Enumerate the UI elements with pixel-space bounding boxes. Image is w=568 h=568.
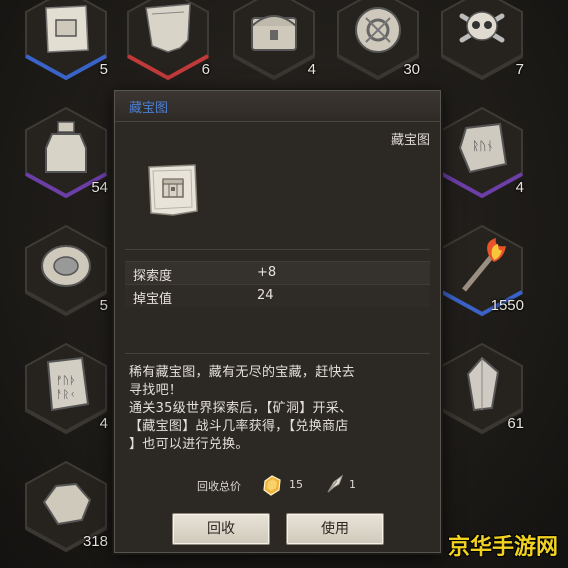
item-count: 30 (403, 61, 420, 78)
inventory-slot[interactable]: 61 (436, 340, 528, 436)
item-description: 稀有藏宝图，藏有无尽的宝藏，赶快去 寻找吧！ 通关35级世界探索后，【矿洞】开采… (129, 364, 429, 454)
inventory-slot[interactable]: ᚠᚢᚦ ᚨᚱᚲ 4 (20, 340, 112, 436)
item-count: 54 (91, 179, 108, 196)
item-count: 4 (307, 61, 316, 78)
item-count: 61 (507, 415, 524, 432)
item-count: 5 (99, 297, 108, 314)
treasure-chest-icon (251, 15, 297, 51)
inventory-slot[interactable]: 30 (332, 0, 424, 82)
divider (125, 353, 430, 354)
description-line: 通关35级世界探索后，【矿洞】开采、 (129, 401, 353, 416)
svg-text:ᚨᚱᚲ: ᚨᚱᚲ (56, 388, 76, 401)
panel-title: 藏宝图 (129, 101, 169, 116)
rune-stone-icon: ᚱᚢᚾ (458, 122, 508, 174)
inventory-slot[interactable]: 6 (122, 0, 214, 82)
skull-crossbones-icon (459, 11, 505, 43)
crystal-shard-icon (466, 356, 500, 412)
svg-text:ᚠᚢᚦ: ᚠᚢᚦ (56, 374, 76, 387)
use-button[interactable]: 使用 (286, 513, 384, 545)
item-count: 5 (99, 61, 108, 78)
description-line: 寻找吧！ (129, 383, 183, 398)
site-watermark: 京华手游网 (447, 535, 558, 560)
item-detail-panel: 藏宝图 藏宝图 探索度 +8 掉宝值 24 稀有藏宝图，藏有无尽的宝藏，赶快去 … (114, 90, 441, 553)
item-count: 7 (515, 61, 524, 78)
treasure-map-icon (45, 5, 89, 53)
inventory-slot[interactable]: 54 (20, 104, 112, 200)
inventory-slot[interactable]: 4 (228, 0, 320, 82)
item-count: 6 (201, 61, 210, 78)
description-line: 稀有藏宝图，藏有无尽的宝藏，赶快去 (129, 365, 356, 380)
gold-crystal-icon (260, 473, 284, 500)
tattered-scroll-icon (145, 3, 191, 53)
recycle-value-row: 回收总价 15 1 (115, 471, 440, 497)
item-name-label: 藏宝图 (390, 133, 430, 148)
flaming-torch-icon (462, 238, 506, 292)
recycle-button[interactable]: 回收 (172, 513, 270, 545)
panel-header: 藏宝图 (115, 91, 440, 122)
recycle-value-feather: 1 (349, 478, 356, 491)
item-count: 4 (515, 179, 524, 196)
stat-row-exploration: 探索度 +8 (125, 261, 430, 284)
ore-chunk-icon (42, 482, 92, 526)
ornate-amulet-icon (41, 245, 91, 287)
item-count: 1550 (490, 297, 524, 314)
inventory-slot[interactable]: ᚱᚢᚾ 4 (436, 104, 528, 200)
stat-value: +8 (257, 265, 277, 280)
inventory-slot[interactable]: 5 (20, 0, 112, 82)
inventory-slot[interactable]: 1550 (436, 222, 528, 318)
potion-jar-icon (45, 121, 87, 173)
svg-text:ᚱᚢᚾ: ᚱᚢᚾ (472, 139, 494, 153)
item-count: 318 (82, 533, 108, 550)
inventory-slot[interactable]: 318 (20, 458, 112, 554)
description-line: 【藏宝图】战斗几率获得，【兑换商店 (129, 419, 349, 434)
gear-orb-icon (355, 7, 401, 53)
inventory-slot[interactable]: 5 (20, 222, 112, 318)
treasure-map-icon (143, 161, 203, 219)
stat-row-drop: 掉宝值 24 (125, 284, 430, 307)
recycle-value-gold: 15 (289, 478, 303, 491)
stat-label: 探索度 (133, 269, 173, 284)
divider (125, 249, 430, 250)
description-line: 】也可以进行兑换。 (129, 437, 249, 452)
feather-icon (325, 473, 345, 498)
stat-value: 24 (257, 288, 274, 303)
inventory-slot[interactable]: 7 (436, 0, 528, 82)
item-count: 4 (99, 415, 108, 432)
stat-label: 掉宝值 (133, 292, 173, 307)
recycle-label: 回收总价 (197, 480, 241, 493)
rune-tablet-icon: ᚠᚢᚦᚨᚱᚲ (46, 356, 90, 412)
